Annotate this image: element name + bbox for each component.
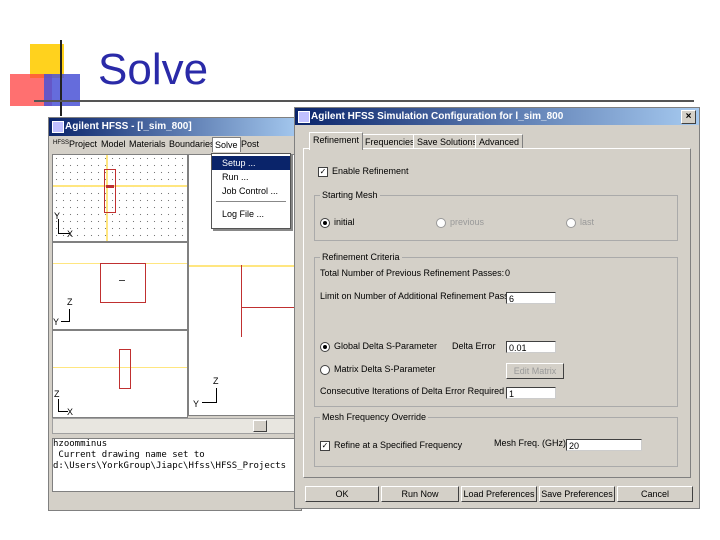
axis-y-line	[58, 219, 59, 233]
tab-save-solutions[interactable]: Save Solutions	[413, 134, 482, 149]
close-icon[interactable]: ×	[681, 110, 696, 124]
guide-line-3d	[189, 265, 299, 267]
menu-project[interactable]: Project	[69, 139, 97, 149]
limit-passes-label: Limit on Number of Additional Refinement…	[320, 291, 519, 301]
refinement-criteria-group	[314, 257, 678, 407]
dialog-app-icon	[298, 111, 310, 123]
radio-last[interactable]	[566, 218, 576, 228]
menu-model[interactable]: Model	[101, 139, 126, 149]
dialog-title: Agilent HFSS Simulation Configuration fo…	[311, 111, 564, 122]
model-feed-front	[119, 280, 125, 281]
limit-passes-field[interactable]: 6	[506, 292, 556, 304]
mesh-freq-field[interactable]: 20	[566, 439, 642, 451]
menu-separator	[216, 201, 286, 202]
view-top[interactable]: Y X	[52, 154, 188, 242]
refine-frequency-checkbox[interactable]: ✓	[320, 441, 330, 451]
total-passes-label: Total Number of Previous Refinement Pass…	[320, 268, 505, 278]
hfss-menu-icon[interactable]: HFSS	[53, 140, 69, 146]
refinement-panel: ✓ Enable Refinement Starting Mesh initia…	[303, 148, 691, 478]
total-passes-value: 0	[505, 268, 511, 278]
menu-item-run[interactable]: Run ...	[212, 170, 290, 184]
decor-horizontal-line	[34, 100, 694, 102]
axis-z-line-front	[69, 309, 70, 321]
dialog-title-bar[interactable]: Agilent HFSS Simulation Configuration fo…	[295, 108, 699, 125]
global-delta-label: Global Delta S-Parameter	[334, 341, 438, 351]
solve-menu-dropdown: Setup ... Run ... Job Control ... Log Fi…	[211, 153, 291, 229]
consecutive-iterations-field[interactable]: 1	[506, 387, 556, 399]
hfss-menubar: HFSS Project Model Materials Boundaries …	[49, 137, 301, 152]
scroll-right-arrow[interactable]	[253, 420, 267, 432]
model-feed-top	[106, 185, 114, 188]
menu-post[interactable]: Post	[241, 139, 259, 149]
decor-yellow-square	[30, 44, 64, 78]
axis-x-label: X	[67, 229, 74, 239]
enable-refinement-label: Enable Refinement	[332, 166, 409, 176]
starting-mesh-caption: Starting Mesh	[320, 190, 380, 200]
view-scrollbar[interactable]	[52, 418, 300, 434]
axis-y-label-front: Y	[53, 317, 60, 327]
refinement-criteria-caption: Refinement Criteria	[320, 252, 402, 262]
tab-frequencies[interactable]: Frequencies	[361, 134, 419, 149]
radio-initial[interactable]	[320, 218, 330, 228]
radio-initial-label: initial	[334, 217, 355, 227]
axis-z-line-side	[58, 399, 59, 411]
simulation-config-dialog: Agilent HFSS Simulation Configuration fo…	[294, 107, 700, 509]
consecutive-iterations-label: Consecutive Iterations of Delta Error Re…	[320, 386, 505, 396]
refine-frequency-label: Refine at a Specified Frequency	[334, 440, 463, 450]
menu-solve[interactable]: Solve	[212, 137, 241, 152]
decor-vertical-line	[60, 40, 62, 116]
ok-button[interactable]: OK	[305, 486, 379, 502]
menu-item-setup[interactable]: Setup ...	[212, 156, 290, 170]
hfss-title-bar[interactable]: Agilent HFSS - [l_sim_800]	[49, 118, 301, 136]
axis-y-label-3d: Y	[193, 399, 200, 409]
axis-z-label-side: Z	[54, 389, 60, 399]
menu-item-job-control[interactable]: Job Control ...	[212, 184, 290, 198]
tab-refinement[interactable]: Refinement	[309, 132, 364, 150]
model-outline-top	[104, 169, 116, 213]
axis-z-label-3d: Z	[213, 376, 219, 386]
delta-error-field[interactable]: 0.01	[506, 341, 556, 353]
save-preferences-button[interactable]: Save Preferences	[539, 486, 615, 502]
load-preferences-button[interactable]: Load Preferences	[461, 486, 537, 502]
radio-global-delta[interactable]	[320, 342, 330, 352]
radio-previous-label: previous	[450, 217, 485, 227]
model-edge-3d-h	[241, 307, 299, 308]
radio-matrix-delta[interactable]	[320, 365, 330, 375]
axis-x-label-side: X	[67, 407, 74, 417]
cancel-button[interactable]: Cancel	[617, 486, 693, 502]
model-outline-front	[100, 263, 146, 303]
run-now-button[interactable]: Run Now	[381, 486, 459, 502]
view-side[interactable]: Z X	[52, 330, 188, 418]
mesh-freq-label: Mesh Freq. (GHz)	[494, 438, 567, 448]
axis-y-line-3d	[202, 402, 217, 403]
radio-last-label: last	[580, 217, 595, 227]
menu-item-log-file[interactable]: Log File ...	[212, 207, 290, 221]
delta-error-label: Delta Error	[452, 341, 496, 351]
model-edge-3d	[241, 265, 242, 337]
mesh-override-caption: Mesh Frequency Override	[320, 412, 429, 422]
menu-materials[interactable]: Materials	[129, 139, 166, 149]
radio-previous[interactable]	[436, 218, 446, 228]
enable-refinement-checkbox[interactable]: ✓	[318, 167, 328, 177]
model-outline-side	[119, 349, 131, 389]
hfss-window-title: Agilent HFSS - [l_sim_800]	[65, 121, 192, 132]
menu-boundaries[interactable]: Boundaries	[169, 139, 215, 149]
edit-matrix-button[interactable]: Edit Matrix	[506, 363, 564, 379]
guide-line-h	[53, 185, 187, 187]
matrix-delta-label: Matrix Delta S-Parameter	[334, 364, 436, 374]
starting-mesh-group	[314, 195, 678, 241]
axis-z-label-front: Z	[67, 297, 73, 307]
slide-title: Solve	[98, 45, 209, 94]
axis-y-label: Y	[54, 211, 61, 221]
view-front[interactable]: Z Y	[52, 242, 188, 330]
hfss-app-icon	[52, 121, 64, 133]
hfss-window: Agilent HFSS - [l_sim_800] HFSS Project …	[48, 117, 302, 511]
tab-advanced[interactable]: Advanced	[475, 134, 524, 149]
axis-z-line-3d	[216, 388, 217, 402]
axis-y-line-front	[61, 321, 70, 322]
message-window[interactable]: hzoomminus Current drawing name set to d…	[52, 438, 300, 492]
